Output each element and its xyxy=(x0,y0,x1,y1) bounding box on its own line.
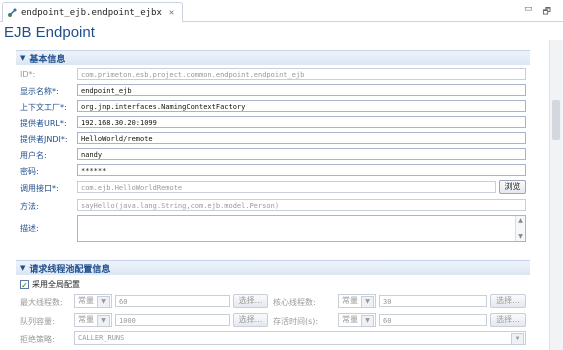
scroll-up-icon[interactable]: ▲ xyxy=(516,216,525,225)
scrollbar-thumb[interactable] xyxy=(552,100,560,140)
thread-pool-section-header[interactable]: ▼ 请求线程池配置信息 xyxy=(16,260,530,275)
reject-policy-label: 拒绝策略: xyxy=(20,335,55,344)
collapse-arrow-icon[interactable]: ▼ xyxy=(20,264,25,272)
queue-capacity-mode-select[interactable]: 常量 ▼ xyxy=(74,313,112,327)
keep-alive-choose-button[interactable]: 选择... xyxy=(490,313,526,327)
core-threads-mode-select[interactable]: 常量 ▼ xyxy=(338,294,376,308)
editor-tab-bar: endpoint_ejb.endpoint_ejbx ✕ ▭ 🗗 xyxy=(0,0,563,22)
description-textarea[interactable]: ▲ ▼ xyxy=(77,215,526,242)
keep-alive-mode-select[interactable]: 常量 ▼ xyxy=(338,313,376,327)
description-scrollbar[interactable]: ▲ ▼ xyxy=(515,216,525,241)
username-label: 用户名: xyxy=(20,151,47,160)
dropdown-arrow-icon[interactable]: ▼ xyxy=(511,333,524,345)
password-label: 密码: xyxy=(20,167,39,176)
section-title: 基本信息 xyxy=(29,54,66,65)
queue-capacity-field[interactable]: 1000 xyxy=(115,314,230,326)
queue-capacity-choose-button[interactable]: 选择... xyxy=(233,313,268,327)
dropdown-arrow-icon[interactable]: ▼ xyxy=(97,296,110,308)
collapse-arrow-icon[interactable]: ▼ xyxy=(20,54,25,62)
max-threads-mode-select[interactable]: 常量 ▼ xyxy=(74,294,112,308)
provider-jndi-field[interactable]: HelloWorld/remote xyxy=(77,132,526,144)
ejb-file-icon xyxy=(8,8,17,17)
minimize-icon[interactable]: ▭ xyxy=(524,4,533,20)
max-threads-field[interactable]: 60 xyxy=(115,295,230,307)
password-field[interactable]: ****** xyxy=(77,164,526,176)
interface-field[interactable]: com.ejb.HelloWorldRemote xyxy=(77,181,496,193)
editor-vertical-scrollbar[interactable] xyxy=(549,40,563,350)
maximize-icon[interactable]: 🗗 xyxy=(543,4,551,20)
provider-url-label: 提供者URL*: xyxy=(20,119,67,128)
editor-tab[interactable]: endpoint_ejb.endpoint_ejbx ✕ xyxy=(2,2,184,22)
tab-title: endpoint_ejb.endpoint_ejbx xyxy=(21,7,162,18)
username-field[interactable]: nandy xyxy=(77,148,526,160)
method-label: 方法: xyxy=(20,202,39,211)
browse-button[interactable]: 浏览 xyxy=(499,180,526,194)
id-label: ID*: xyxy=(20,70,36,79)
description-label: 描述: xyxy=(20,224,39,233)
keep-alive-field[interactable]: 60 xyxy=(379,314,487,326)
context-factory-field[interactable]: org.jnp.interfaces.NamingContextFactory xyxy=(77,100,526,112)
scroll-down-icon[interactable]: ▼ xyxy=(516,232,525,241)
queue-capacity-label: 队列容量: xyxy=(20,317,55,326)
use-global-checkbox[interactable]: ✓ 采用全局配置 xyxy=(20,279,80,290)
method-field[interactable]: sayHello(java.lang.String,com.ejb.model.… xyxy=(77,199,526,211)
max-threads-choose-button[interactable]: 选择... xyxy=(233,294,268,308)
keep-alive-label: 存活时间(s): xyxy=(273,317,319,326)
page-title: EJB Endpoint xyxy=(4,24,95,41)
section-title: 请求线程池配置信息 xyxy=(29,264,111,275)
id-field[interactable]: com.primeton.esb.project.common.endpoint… xyxy=(77,68,526,80)
reject-policy-select[interactable]: CALLER_RUNS ▼ xyxy=(74,331,526,345)
max-threads-label: 最大线程数: xyxy=(20,298,63,307)
basic-info-section-header[interactable]: ▼ 基本信息 xyxy=(16,50,530,65)
context-factory-label: 上下文工厂*: xyxy=(20,103,67,112)
core-threads-field[interactable]: 30 xyxy=(379,295,487,307)
use-global-label: 采用全局配置 xyxy=(32,280,80,289)
close-icon[interactable]: ✕ xyxy=(169,8,174,18)
display-name-field[interactable]: endpoint_ejb xyxy=(77,84,526,96)
core-threads-choose-button[interactable]: 选择... xyxy=(490,294,526,308)
dropdown-arrow-icon[interactable]: ▼ xyxy=(361,315,374,327)
provider-jndi-label: 提供者JNDI*: xyxy=(20,135,68,144)
provider-url-field[interactable]: 192.168.30.20:1099 xyxy=(77,116,526,128)
display-name-label: 显示名称*: xyxy=(20,87,59,96)
interface-label: 调用接口*: xyxy=(20,184,59,193)
core-threads-label: 核心线程数: xyxy=(273,298,316,307)
dropdown-arrow-icon[interactable]: ▼ xyxy=(97,315,110,327)
dropdown-arrow-icon[interactable]: ▼ xyxy=(361,296,374,308)
checkmark-icon[interactable]: ✓ xyxy=(20,280,29,290)
